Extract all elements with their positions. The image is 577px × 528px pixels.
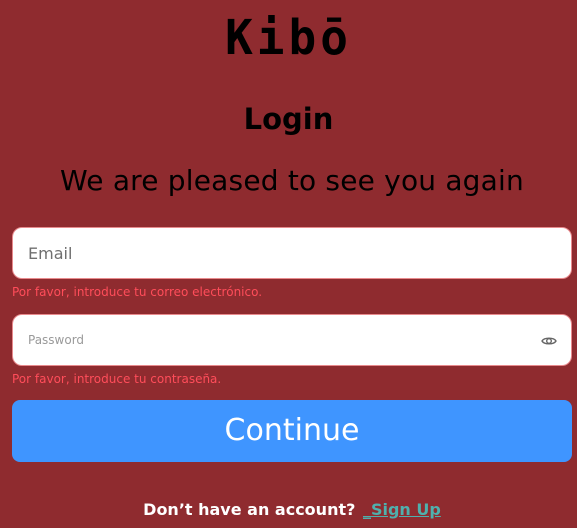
signup-prompt: Don’t have an account?	[143, 500, 356, 519]
email-input[interactable]	[13, 228, 571, 278]
eye-icon[interactable]	[541, 333, 557, 349]
page-subtitle: We are pleased to see you again	[60, 164, 524, 197]
password-input[interactable]	[13, 315, 571, 365]
continue-button[interactable]: Continue	[12, 400, 572, 462]
eye-icon-svg	[541, 337, 557, 345]
password-field-container	[12, 314, 572, 366]
password-error-message: Por favor, introduce tu contraseña.	[12, 372, 222, 386]
email-error-message: Por favor, introduce tu correo electróni…	[12, 285, 263, 299]
brand-logo: Kibō	[225, 8, 352, 66]
page-title: Login	[243, 102, 334, 136]
email-field-container	[12, 227, 572, 279]
signup-row: Don’t have an account? _Sign Up	[0, 499, 577, 521]
signup-link[interactable]: _Sign Up	[363, 500, 441, 519]
